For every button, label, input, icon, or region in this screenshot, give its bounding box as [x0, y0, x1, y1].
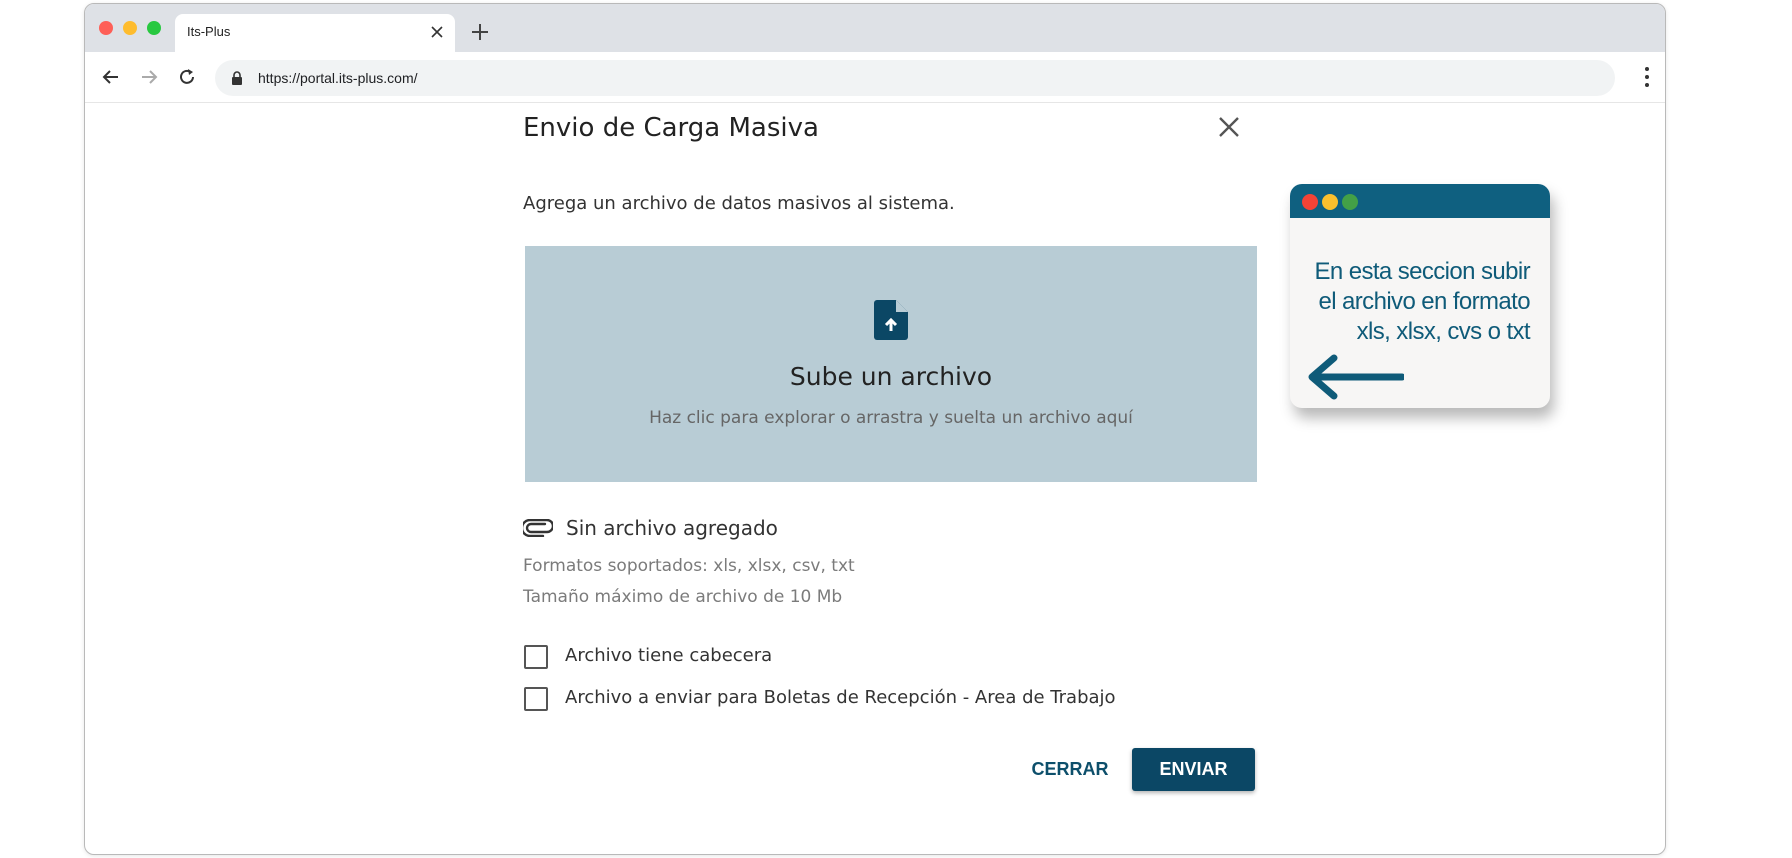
supported-formats-text: Formatos soportados: xls, xlsx, csv, txt	[523, 556, 855, 576]
send-button[interactable]: ENVIAR	[1132, 748, 1255, 791]
file-upload-icon	[874, 300, 908, 340]
dropzone-subtitle: Haz clic para explorar o arrastra y suel…	[649, 408, 1133, 428]
back-arrow-icon[interactable]	[101, 67, 121, 87]
receipt-checkbox-label[interactable]: Archivo a enviar para Boletas de Recepci…	[565, 687, 1116, 708]
address-bar[interactable]: https://portal.its-plus.com/	[215, 60, 1615, 96]
callout-yellow-dot	[1322, 194, 1338, 210]
callout-header	[1290, 184, 1550, 218]
dialog-subtitle: Agrega un archivo de datos masivos al si…	[523, 193, 955, 214]
tab-title: Its-Plus	[187, 24, 231, 39]
tab-close-icon[interactable]	[429, 24, 445, 40]
close-button[interactable]: CERRAR	[1025, 751, 1115, 787]
file-status-text: Sin archivo agregado	[566, 516, 778, 540]
maximize-window-dot[interactable]	[147, 21, 161, 35]
file-dropzone[interactable]: Sube un archivo Haz clic para explorar o…	[525, 246, 1257, 482]
header-checkbox[interactable]	[524, 645, 548, 669]
callout-line: En esta seccion subir	[1314, 258, 1530, 285]
callout-line: el archivo en formato	[1318, 288, 1530, 315]
minimize-window-dot[interactable]	[123, 21, 137, 35]
max-size-text: Tamaño máximo de archivo de 10 Mb	[523, 587, 843, 607]
forward-arrow-icon[interactable]	[139, 67, 159, 87]
browser-tab[interactable]: Its-Plus	[175, 14, 455, 52]
new-tab-icon[interactable]	[470, 22, 490, 42]
help-callout: En esta seccion subir el archivo en form…	[1290, 184, 1550, 408]
browser-toolbar: https://portal.its-plus.com/	[85, 52, 1665, 103]
callout-green-dot	[1342, 194, 1358, 210]
callout-line: xls, xlsx, cvs o txt	[1356, 318, 1531, 345]
callout-text: En esta seccion subir el archivo en form…	[1294, 257, 1530, 347]
reload-icon[interactable]	[177, 67, 197, 87]
url-text[interactable]: https://portal.its-plus.com/	[258, 70, 418, 86]
dialog-close-icon[interactable]	[1218, 116, 1240, 138]
receipt-checkbox[interactable]	[524, 687, 548, 711]
callout-red-dot	[1302, 194, 1318, 210]
tab-bar: Its-Plus	[85, 4, 1665, 52]
paperclip-icon	[523, 519, 553, 537]
header-checkbox-label[interactable]: Archivo tiene cabecera	[565, 645, 772, 666]
dropzone-title: Sube un archivo	[789, 362, 993, 391]
arrow-left-icon	[1308, 354, 1404, 400]
lock-icon	[232, 71, 242, 85]
browser-menu-icon[interactable]	[1644, 66, 1650, 88]
close-window-dot[interactable]	[99, 21, 113, 35]
dialog-title: Envio de Carga Masiva	[523, 113, 819, 143]
